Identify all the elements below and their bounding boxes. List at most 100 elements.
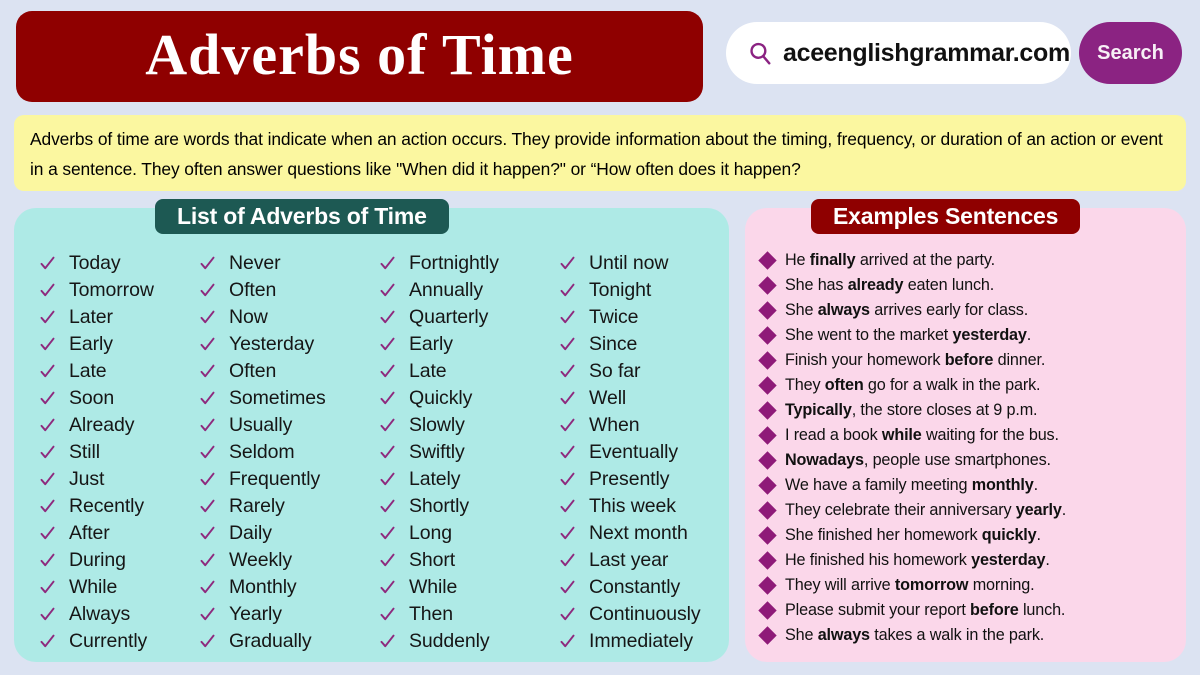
adverb-label: Quickly: [409, 387, 473, 409]
example-sentence: She went to the market yesterday.: [785, 326, 1032, 344]
check-icon: [560, 391, 575, 405]
search-button-label: Search: [1097, 41, 1164, 64]
adverb-label: So far: [589, 360, 641, 382]
example-sentence: Typically, the store closes at 9 p.m.: [785, 401, 1038, 419]
check-icon: [200, 634, 215, 648]
adverb-label: Gradually: [229, 630, 312, 652]
list-item: Constantly: [560, 574, 729, 601]
list-item: Already: [40, 412, 186, 439]
adverb-label: Fortnightly: [409, 252, 499, 274]
check-icon: [40, 418, 55, 432]
adverb-label: Annually: [409, 279, 484, 301]
check-icon: [560, 580, 575, 594]
check-icon: [380, 256, 395, 270]
check-icon: [40, 283, 55, 297]
diamond-icon: [758, 451, 777, 470]
list-item: Never: [200, 250, 362, 277]
check-icon: [200, 526, 215, 540]
search-bar: aceenglishgrammar.com Search: [726, 22, 1182, 84]
examples-sentence-list: He finally arrived at the party. She has …: [758, 248, 1186, 648]
adverb-label: Tomorrow: [69, 279, 154, 301]
check-icon: [560, 283, 575, 297]
list-item: Daily: [200, 520, 362, 547]
example-sentence: Finish your homework before dinner.: [785, 351, 1046, 369]
diamond-icon: [758, 376, 777, 395]
adverb-label: Late: [69, 360, 107, 382]
check-icon: [40, 499, 55, 513]
adverb-label: Yesterday: [229, 333, 315, 355]
list-item: Last year: [560, 547, 729, 574]
diamond-icon: [758, 476, 777, 495]
check-icon: [560, 445, 575, 459]
check-icon: [560, 256, 575, 270]
search-input[interactable]: aceenglishgrammar.com: [726, 22, 1071, 84]
example-sentence: Nowadays, people use smartphones.: [785, 451, 1051, 469]
list-item: Well: [560, 385, 729, 412]
list-panel-header: List of Adverbs of Time: [155, 199, 449, 234]
adverb-label: Sometimes: [229, 387, 326, 409]
check-icon: [40, 310, 55, 324]
diamond-icon: [758, 351, 777, 370]
check-icon: [40, 256, 55, 270]
example-sentence: She always takes a walk in the park.: [785, 626, 1045, 644]
adverb-label: Suddenly: [409, 630, 490, 652]
adverb-label: Lately: [409, 468, 461, 490]
adverb-column-2: Fortnightly Annually Quarterly Early Late Qui…: [362, 250, 542, 655]
list-item: Late: [380, 358, 542, 385]
check-icon: [200, 499, 215, 513]
diamond-icon: [758, 251, 777, 270]
list-item: Lately: [380, 466, 542, 493]
adverb-label: While: [69, 576, 118, 598]
search-button[interactable]: Search: [1079, 22, 1182, 84]
adverb-label: Recently: [69, 495, 145, 517]
list-item: After: [40, 520, 186, 547]
adverb-label: Rarely: [229, 495, 285, 517]
check-icon: [200, 607, 215, 621]
list-item: Please submit your report before lunch.: [758, 598, 1186, 623]
check-icon: [200, 445, 215, 459]
example-sentence: We have a family meeting monthly.: [785, 476, 1038, 494]
check-icon: [200, 283, 215, 297]
adverb-label: Currently: [69, 630, 148, 652]
check-icon: [560, 310, 575, 324]
adverb-label: Today: [69, 252, 121, 274]
diamond-icon: [758, 401, 777, 420]
adverb-columns: Today Tomorrow Later Early Late Soon Already St…: [14, 250, 729, 655]
list-item: They often go for a walk in the park.: [758, 373, 1186, 398]
adverb-label: Twice: [589, 306, 639, 328]
list-item: Always: [40, 601, 186, 628]
list-item: Since: [560, 331, 729, 358]
list-item: Soon: [40, 385, 186, 412]
example-sentence: They celebrate their anniversary yearly.: [785, 501, 1067, 519]
list-item: Typically, the store closes at 9 p.m.: [758, 398, 1186, 423]
list-item: Tonight: [560, 277, 729, 304]
check-icon: [40, 634, 55, 648]
adverb-label: This week: [589, 495, 676, 517]
list-item: Weekly: [200, 547, 362, 574]
check-icon: [560, 553, 575, 567]
examples-panel: Examples Sentences He finally arrived at…: [745, 199, 1186, 662]
example-sentence: They often go for a walk in the park.: [785, 376, 1041, 394]
diamond-icon: [758, 276, 777, 295]
list-item: We have a family meeting monthly.: [758, 473, 1186, 498]
check-icon: [380, 364, 395, 378]
adverb-label: Constantly: [589, 576, 681, 598]
adverb-label: Just: [69, 468, 105, 490]
list-item: Eventually: [560, 439, 729, 466]
adverb-label: Presently: [589, 468, 670, 490]
page-title: Adverbs of Time: [145, 21, 574, 87]
check-icon: [560, 526, 575, 540]
list-item: She always arrives early for class.: [758, 298, 1186, 323]
check-icon: [40, 337, 55, 351]
adverb-column-3: Until now Tonight Twice Since So far Well When…: [542, 250, 729, 655]
list-item: Today: [40, 250, 186, 277]
list-item: She always takes a walk in the park.: [758, 623, 1186, 648]
adverb-column-1: Never Often Now Yesterday Often Sometimes Usua…: [186, 250, 362, 655]
check-icon: [380, 526, 395, 540]
list-panel-header-text: List of Adverbs of Time: [177, 203, 427, 229]
check-icon: [40, 472, 55, 486]
list-item: Currently: [40, 628, 186, 655]
adverb-label: Short: [409, 549, 456, 571]
example-sentence: He finished his homework yesterday.: [785, 551, 1050, 569]
diamond-icon: [758, 551, 777, 570]
